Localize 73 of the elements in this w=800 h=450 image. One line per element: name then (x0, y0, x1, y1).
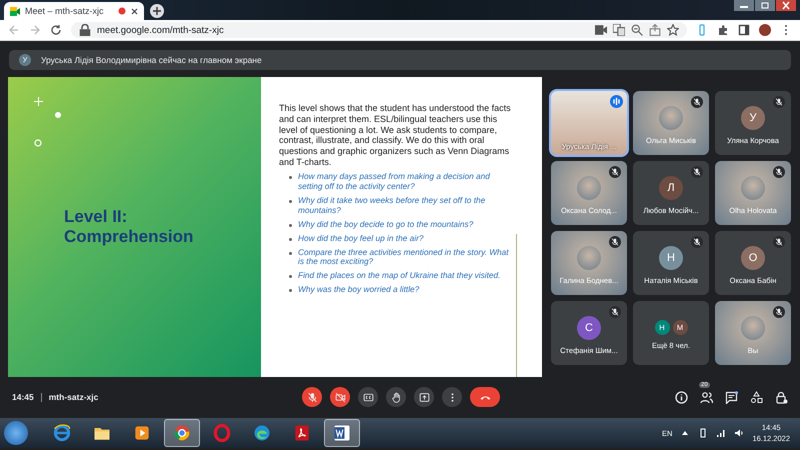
meeting-time: 14:45 (12, 392, 34, 402)
initial-avatar: Л (659, 176, 683, 200)
question-text: How many days passed from making a decision and setting off to the activity center? (298, 172, 491, 192)
bullet-icon (289, 224, 292, 227)
profile-avatar-icon[interactable] (759, 24, 771, 36)
hand-icon (390, 390, 402, 404)
hangup-button[interactable] (470, 387, 500, 407)
profile-photo-placeholder (741, 176, 765, 200)
present-button[interactable] (414, 387, 434, 407)
shapes-icon[interactable] (750, 390, 763, 404)
puzzle-icon[interactable] (717, 24, 729, 36)
people-icon[interactable] (700, 390, 713, 404)
question-text: How did the boy feel up in the air? (298, 234, 424, 244)
restore-icon[interactable] (755, 0, 775, 11)
initial-avatar: С (577, 316, 601, 340)
question-text: Why was the boy worried a little? (298, 285, 420, 296)
bullet-icon (289, 275, 292, 278)
circle-decoration-icon (34, 139, 42, 147)
present-icon (418, 390, 430, 404)
side-panel-icon[interactable] (738, 24, 750, 36)
profile-photo-placeholder (741, 316, 765, 340)
dot-decoration-icon (55, 112, 61, 118)
initial-avatar: У (741, 106, 765, 130)
initial-avatar: Н (659, 246, 683, 270)
initial-avatar: О (741, 246, 765, 270)
browser-tab[interactable]: Meet – mth-satz-xjc (4, 2, 144, 20)
lock-person-icon[interactable] (775, 390, 788, 404)
mic-button[interactable] (302, 387, 322, 407)
device-icon[interactable] (698, 428, 708, 438)
camera-icon[interactable] (595, 24, 607, 36)
word-taskbar-icon[interactable] (324, 419, 360, 447)
bullet-icon (289, 176, 292, 179)
captions-button[interactable] (358, 387, 378, 407)
star-icon[interactable] (667, 24, 679, 36)
mic-icon (306, 390, 318, 404)
profile-photo-placeholder (577, 176, 601, 200)
signal-icon[interactable] (716, 428, 726, 438)
banner-text: Уруська Лідія Володимирівна сейчас на главном экране (41, 55, 262, 65)
question-text: Why did the boy decide to go to the mountains? (298, 220, 474, 230)
zoom-out-icon[interactable] (631, 24, 643, 36)
bullet-icon (289, 289, 292, 292)
bullet-icon (289, 238, 292, 241)
plus-decoration-icon (34, 97, 43, 106)
more-button[interactable] (442, 387, 462, 407)
close-window-icon[interactable] (776, 0, 796, 11)
chrome-taskbar-icon[interactable] (164, 419, 200, 447)
profile-photo-placeholder (577, 246, 601, 270)
volume-icon[interactable] (734, 428, 744, 438)
question-text: Why did it take two weeks before they set off to the mountains? (298, 196, 486, 216)
translate-icon[interactable] (613, 24, 625, 36)
lock-icon (79, 24, 91, 36)
minimize-icon[interactable] (734, 0, 754, 11)
question-text: Find the places on the map of Ukraine that they visited. (298, 271, 500, 282)
camera-button[interactable] (330, 387, 350, 407)
new-tab-button[interactable] (150, 4, 164, 18)
slide-title: Level II: Comprehension (64, 207, 194, 247)
bullet-icon (289, 252, 292, 254)
bullet-icon (289, 200, 292, 203)
share-icon[interactable] (649, 24, 661, 36)
reload-icon[interactable] (50, 24, 62, 36)
question-text: Compare the three activities mentioned in the story. What is the most exciting? (298, 248, 510, 268)
chat-icon[interactable] (725, 390, 738, 404)
slide-paragraph: This level shows that the student has understood the facts and can interpret them. ESL/bilingual teachers use this level of questioning a lot. We ask students to compare, contrast, illustrate, and classify. We do this with oral questions and graphic organizers such as Venn Diagrams and T-charts. (279, 103, 512, 168)
meet-logo-icon (10, 6, 20, 16)
camera-icon (334, 390, 346, 404)
meeting-code: mth-satz-xjc (48, 392, 98, 402)
close-icon[interactable] (131, 8, 138, 14)
info-icon[interactable] (675, 390, 688, 404)
address-bar[interactable]: meet.google.com/mth-satz-xjc (71, 22, 687, 38)
hand-button[interactable] (386, 387, 406, 407)
profile-photo-placeholder (659, 106, 683, 130)
start-button[interactable] (4, 421, 28, 445)
tab-title: Meet – mth-satz-xjc (25, 6, 105, 16)
